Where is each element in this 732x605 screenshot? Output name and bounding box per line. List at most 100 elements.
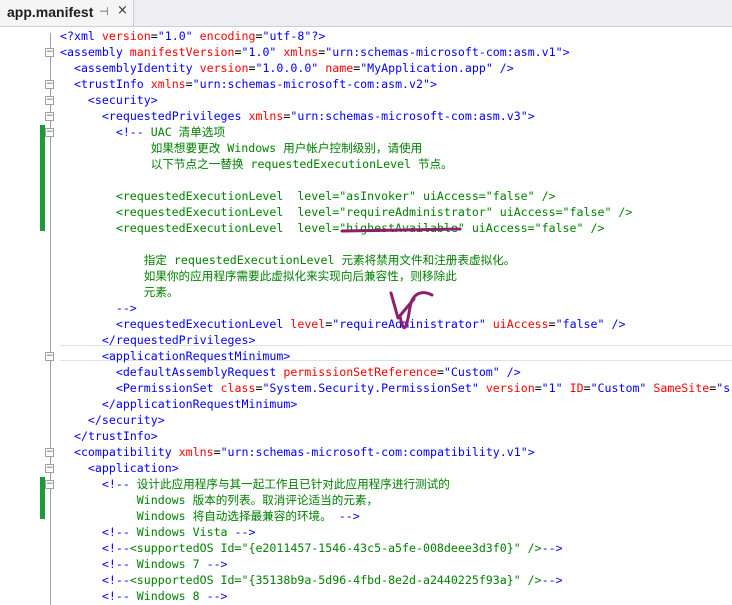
collapse-toggle-icon[interactable]: − — [45, 48, 54, 57]
code-line[interactable]: <security> — [60, 92, 158, 108]
code-line[interactable]: 如果想要更改 Windows 用户帐户控制级别，请使用 — [60, 140, 423, 156]
code-token: --> — [541, 541, 563, 555]
code-line[interactable]: Windows 将自动选择最兼容的环境。 --> — [60, 508, 360, 524]
collapse-toggle-icon[interactable]: − — [45, 128, 54, 137]
code-line[interactable]: Windows 版本的列表。取消评论适当的元素， — [60, 492, 378, 508]
code-token: < — [115, 381, 123, 395]
code-line[interactable]: <requestedExecutionLevel level="highestA… — [60, 220, 605, 236]
code-token: xmlns — [276, 45, 319, 59]
code-line[interactable]: <requestedExecutionLevel level="requireA… — [60, 204, 633, 220]
code-token: --> — [541, 573, 563, 587]
collapse-toggle-icon[interactable]: − — [45, 448, 54, 457]
code-line[interactable]: </requestedPrivileges> — [60, 332, 256, 348]
close-icon[interactable]: × — [117, 3, 128, 18]
code-token: uiAccess — [485, 317, 549, 331]
collapse-toggle-icon[interactable]: − — [45, 464, 54, 473]
code-line[interactable]: <requestedPrivileges xmlns="urn:schemas-… — [60, 108, 535, 124]
collapse-toggle-icon[interactable]: − — [45, 480, 54, 489]
code-token: < — [87, 93, 95, 107]
code-token: assembly — [66, 45, 123, 59]
code-token: </ — [73, 429, 88, 443]
code-line[interactable]: 元素。 — [60, 284, 179, 300]
code-token: version — [192, 61, 249, 75]
code-token: = — [436, 365, 444, 379]
code-token: "1" — [541, 381, 563, 395]
code-token: > — [527, 445, 535, 459]
code-line[interactable]: <requestedExecutionLevel level="asInvoke… — [60, 188, 556, 204]
code-line[interactable]: <!-- Windows 7 --> — [60, 556, 228, 572]
code-token: </ — [87, 413, 102, 427]
code-token: "MyApplication.app" — [360, 61, 493, 75]
code-token: /> — [492, 61, 514, 75]
code-line[interactable]: 指定 requestedExecutionLevel 元素将禁用文件和注册表虚拟… — [60, 252, 516, 268]
code-token: = — [534, 381, 542, 395]
code-line[interactable]: <trustInfo xmlns="urn:schemas-microsoft-… — [60, 76, 437, 92]
code-token: version — [94, 29, 151, 43]
code-line[interactable]: <requestedExecutionLevel level="requireA… — [60, 316, 626, 332]
code-line[interactable]: <assembly manifestVersion="1.0" xmlns="u… — [60, 44, 570, 60]
code-line[interactable]: <!-- UAC 清单选项 — [60, 124, 225, 140]
code-line[interactable]: <application> — [60, 460, 179, 476]
code-token: application — [94, 461, 172, 475]
code-token: = — [150, 29, 158, 43]
code-line[interactable]: <PermissionSet class = "System.Security.Pe… — [60, 380, 730, 396]
code-token: xmlns — [171, 445, 214, 459]
code-line[interactable]: </applicationRequestMinimum> — [60, 396, 297, 412]
change-bar — [40, 125, 45, 231]
code-line[interactable]: <?xml version="1.0" encoding="utf-8"?> — [60, 28, 325, 44]
code-line[interactable]: --> — [60, 300, 137, 316]
code-token: <requestedExecutionLevel level="asInvoke… — [60, 189, 556, 203]
code-line[interactable]: <applicationRequestMinimum> — [60, 348, 290, 364]
code-token: "false" — [555, 317, 605, 331]
code-token: <? — [60, 29, 74, 43]
code-token: "Custom" — [443, 365, 500, 379]
code-line[interactable]: <!--<supportedOS Id="{e2011457-1546-43c5… — [60, 540, 563, 556]
code-token: <!-- — [101, 525, 130, 539]
code-token: --> — [206, 557, 228, 571]
code-token: assemblyIdentity — [80, 61, 193, 75]
code-line[interactable]: </security> — [60, 412, 165, 428]
code-token: "urn:schemas-microsoft-com:asm.v3" — [290, 109, 528, 123]
code-line[interactable]: <!-- Windows 8 --> — [60, 588, 228, 604]
collapse-toggle-icon[interactable]: − — [45, 80, 54, 89]
code-token: < — [101, 109, 109, 123]
code-line[interactable]: <defaultAssemblyRequest permissionSetRef… — [60, 364, 521, 380]
tab-bar: app.manifest ⊣ × — [0, 0, 732, 27]
code-token: <!-- — [101, 477, 130, 491]
code-token: security — [101, 413, 158, 427]
code-token: > — [562, 45, 570, 59]
code-token: 设计此应用程序与其一起工作且已针对此应用程序进行测试的 — [129, 477, 450, 491]
code-token: PermissionSet — [122, 381, 214, 395]
collapse-toggle-icon[interactable]: − — [45, 96, 54, 105]
code-token: "1.0" — [157, 29, 193, 43]
code-token: = — [583, 381, 591, 395]
code-line[interactable]: 以下节点之一替换 requestedExecutionLevel 节点。 — [60, 156, 453, 172]
pin-icon[interactable]: ⊣ — [99, 5, 109, 18]
code-token: "1.0" — [241, 45, 277, 59]
code-editor[interactable]: − − − − − − − − − <?xml version="1.0" encoding="… — [0, 27, 732, 605]
code-line[interactable]: <assemblyIdentity version="1.0.0.0" name… — [60, 60, 514, 76]
code-line[interactable]: <!-- 设计此应用程序与其一起工作且已针对此应用程序进行测试的 — [60, 476, 450, 492]
code-token: --> — [115, 301, 137, 315]
code-line[interactable]: <compatibility xmlns="urn:schemas-micros… — [60, 444, 535, 460]
code-line[interactable]: <!--<supportedOS Id="{35138b9a-5d96-4fbd… — [60, 572, 563, 588]
collapse-toggle-icon[interactable]: − — [45, 352, 54, 361]
code-token: 以下节点之一替换 requestedExecutionLevel 节点。 — [60, 157, 453, 171]
code-token: requestedPrivileges — [108, 109, 242, 123]
code-area[interactable]: <?xml version="1.0" encoding="utf-8"?> <a… — [60, 27, 732, 605]
code-token: name — [318, 61, 354, 75]
code-line[interactable]: <!-- Windows Vista --> — [60, 524, 256, 540]
code-token: Windows 7 — [129, 557, 207, 571]
tab-app-manifest[interactable]: app.manifest ⊣ × — [0, 0, 134, 26]
collapse-toggle-icon[interactable]: − — [45, 112, 54, 121]
code-token: UAC 清单选项 — [143, 125, 226, 139]
code-line[interactable]: 如果你的应用程序需要此虚拟化来实现向后兼容性，则移除此 — [60, 268, 457, 284]
code-token: < — [60, 45, 67, 59]
code-line[interactable]: </trustInfo> — [60, 428, 158, 444]
